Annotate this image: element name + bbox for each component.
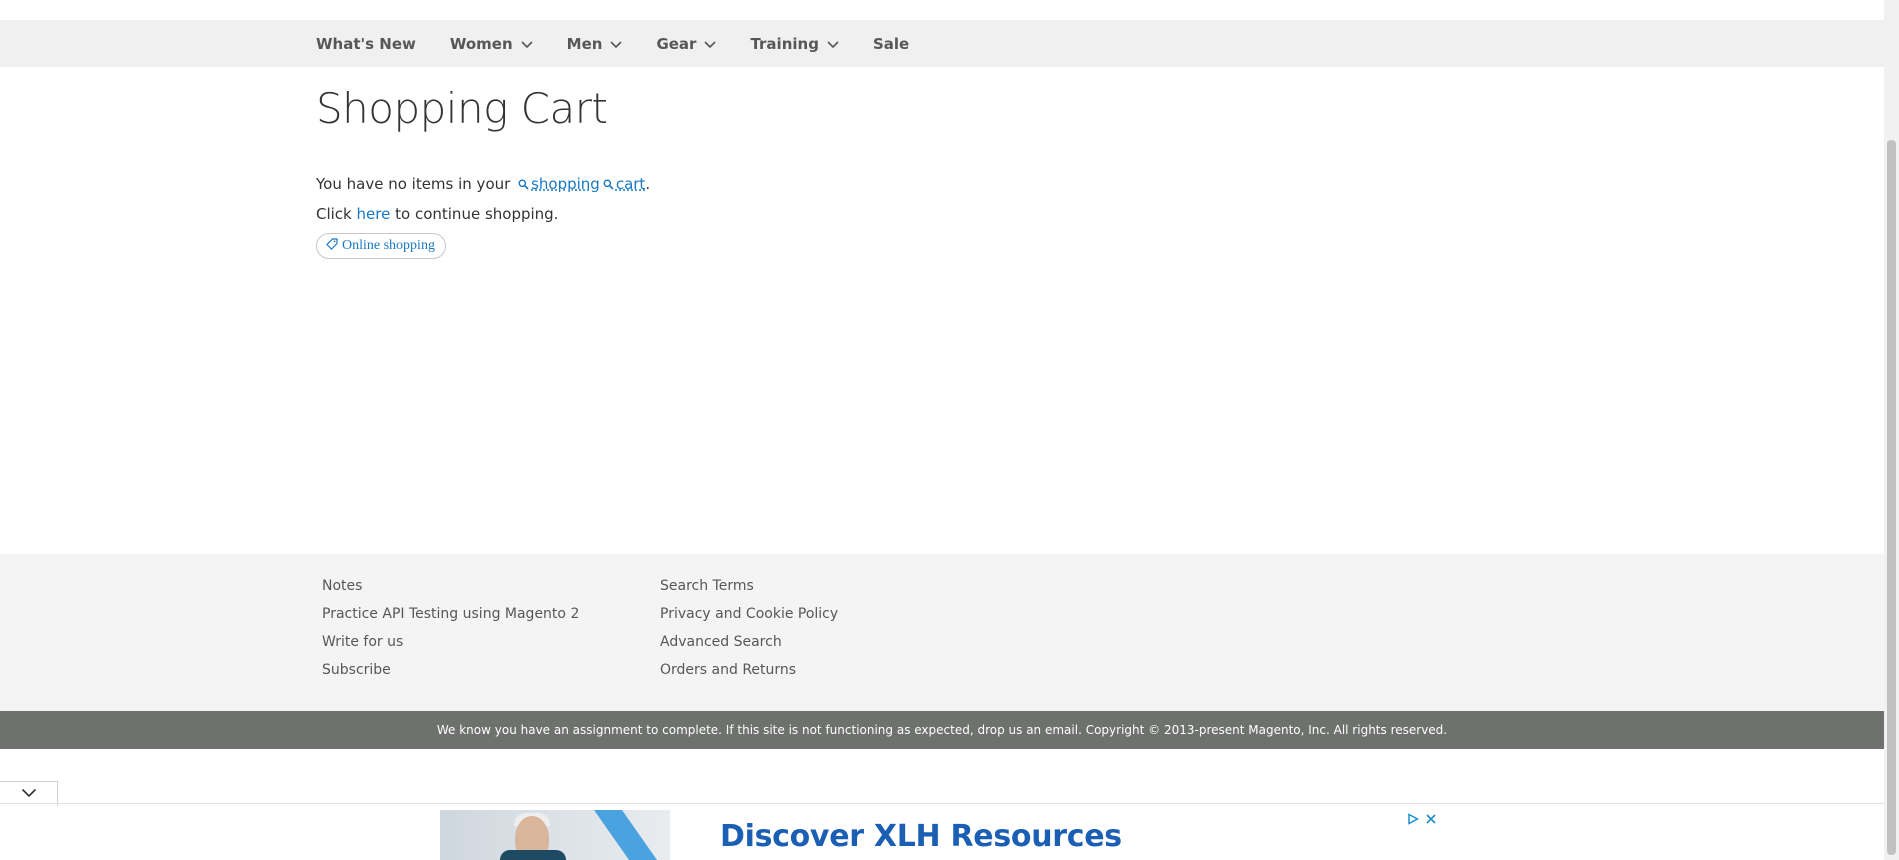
chevron-down-icon xyxy=(21,785,37,803)
continue-shopping-message: Click here to continue shopping. xyxy=(316,205,558,223)
footer-link-advanced-search[interactable]: Advanced Search xyxy=(660,628,838,656)
footer-link-notes[interactable]: Notes xyxy=(322,572,579,600)
footer: Notes Practice API Testing using Magento… xyxy=(0,554,1884,711)
nav-item-women[interactable]: Women xyxy=(450,35,533,53)
footer-link-subscribe[interactable]: Subscribe xyxy=(322,656,579,684)
search-icon xyxy=(518,176,529,194)
nav-item-label: Women xyxy=(449,34,513,53)
adchoices-icon[interactable] xyxy=(1407,812,1420,830)
nav-item-gear[interactable]: Gear xyxy=(656,34,717,53)
ad-banner[interactable]: Discover XLH Resources xyxy=(440,810,1445,860)
close-icon[interactable] xyxy=(1425,812,1437,830)
nav-item-sale[interactable]: Sale xyxy=(873,35,909,53)
footer-link-search-terms[interactable]: Search Terms xyxy=(660,572,838,600)
nav-item-label: Sale xyxy=(872,34,910,53)
nav-item-label: Training xyxy=(750,34,819,53)
copyright-bar: We know you have an assignment to comple… xyxy=(0,711,1884,749)
continue-text-suffix: to continue shopping. xyxy=(395,205,559,223)
empty-cart-message: You have no items in your shopping cart. xyxy=(316,175,650,194)
keyword-link-cart[interactable]: cart xyxy=(616,175,646,193)
chevron-down-icon xyxy=(827,40,839,49)
chip-label: Online shopping xyxy=(342,238,435,253)
footer-link-orders-returns[interactable]: Orders and Returns xyxy=(660,656,838,684)
footer-link-write-for-us[interactable]: Write for us xyxy=(322,628,579,656)
footer-links-column-1: Notes Practice API Testing using Magento… xyxy=(322,572,579,684)
ad-controls xyxy=(1407,812,1437,830)
nav-item-label: Men xyxy=(566,34,603,53)
nav-item-training[interactable]: Training xyxy=(750,34,839,53)
chevron-down-icon xyxy=(704,40,717,49)
page-scrollbar[interactable] xyxy=(1884,0,1899,860)
main-navigation: What's New Women Men Gear Training Sale xyxy=(0,20,1884,67)
page-title: Shopping Cart xyxy=(316,84,608,133)
nav-item-whats-new[interactable]: What's New xyxy=(316,35,416,53)
online-shopping-chip[interactable]: Online shopping xyxy=(316,233,446,259)
continue-shopping-link[interactable]: here xyxy=(357,205,391,223)
continue-text-prefix: Click xyxy=(316,205,352,223)
keyword-link-shopping[interactable]: shopping xyxy=(531,175,600,193)
chevron-down-icon xyxy=(521,40,533,49)
ad-bar-divider xyxy=(0,803,1884,804)
nav-list: What's New Women Men Gear Training Sale xyxy=(316,20,943,67)
nav-item-men[interactable]: Men xyxy=(567,35,623,53)
ad-image xyxy=(440,810,672,860)
chevron-down-icon xyxy=(610,40,623,49)
empty-cart-text: You have no items in your xyxy=(316,175,511,193)
footer-link-practice-api[interactable]: Practice API Testing using Magento 2 xyxy=(322,600,579,628)
tag-icon xyxy=(326,237,338,255)
search-icon xyxy=(603,176,614,194)
ad-headline: Discover XLH Resources xyxy=(720,819,1122,854)
copyright-text: We know you have an assignment to comple… xyxy=(436,723,1448,737)
footer-links-column-2: Search Terms Privacy and Cookie Policy A… xyxy=(660,572,838,684)
footer-link-privacy-policy[interactable]: Privacy and Cookie Policy xyxy=(660,600,838,628)
scrollbar-thumb[interactable] xyxy=(1887,140,1896,855)
nav-item-label: What's New xyxy=(316,34,416,53)
nav-item-label: Gear xyxy=(656,34,697,53)
empty-cart-period: . xyxy=(645,175,651,193)
header-top-strip xyxy=(0,0,1884,21)
